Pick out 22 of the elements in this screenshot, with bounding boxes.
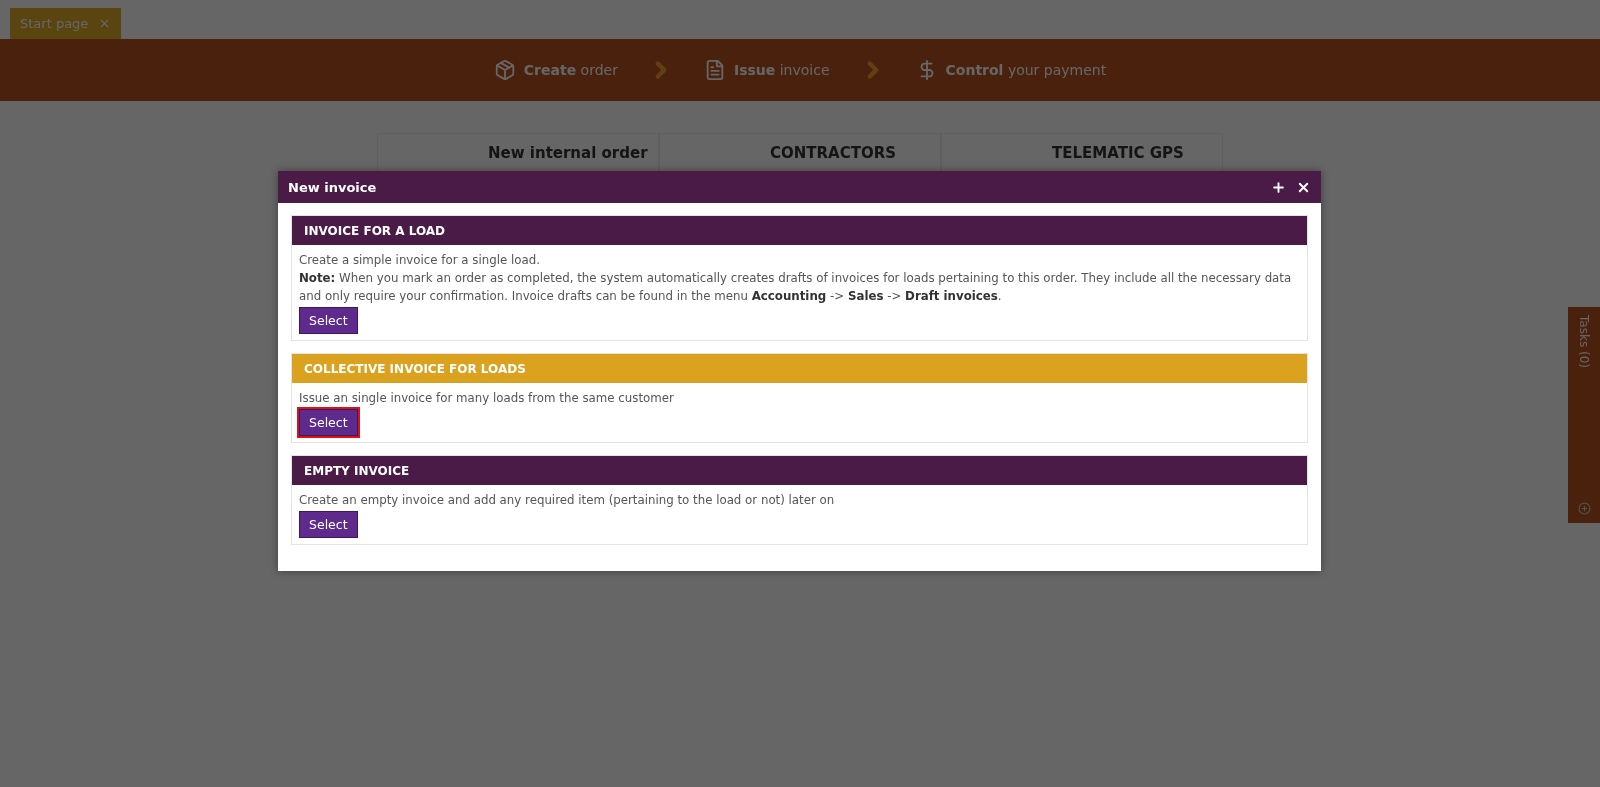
page-tab[interactable]: Start page [10,8,122,39]
select-button[interactable]: Select [299,511,358,538]
dialog-title: New invoice [288,179,378,195]
step-label[interactable]: Issue invoice [733,62,830,78]
step-label[interactable]: Create order [523,62,618,78]
option-description: Note: When you mark an order as completed, the system automatically creates drafts of invoices for loads pertaining to this order. They include all the necessary data and only require your confirmation. Invoice drafts can be found in the menu Accounting -> Sales -> Draft invoices. [299,270,1293,305]
select-button[interactable]: Select [299,307,358,334]
card-title: CONTRACTORS [770,144,897,162]
option-header: EMPTY INVOICE [292,456,1307,485]
select-button[interactable]: Select [299,409,358,436]
card-title: New internal order [488,144,648,162]
option-description: Create an empty invoice and add any required item (pertaining to the load or not) later on [299,492,836,509]
package-icon [493,59,516,81]
card-title: TELEMATIC GPS [1052,144,1184,162]
option-header: INVOICE FOR A LOAD [292,216,1307,245]
tasks-panel[interactable]: Tasks (0) [1568,307,1600,523]
option-description: Issue an single invoice for many loads from the same customer [299,390,675,407]
add-button[interactable] [1271,179,1286,195]
option-header: COLLECTIVE INVOICE FOR LOADS [292,354,1307,383]
step-label[interactable]: Control your payment [945,62,1107,78]
option-description: Create a simple invoice for a single load. [299,252,541,269]
tasks-label[interactable]: Tasks (0) [1577,315,1591,368]
